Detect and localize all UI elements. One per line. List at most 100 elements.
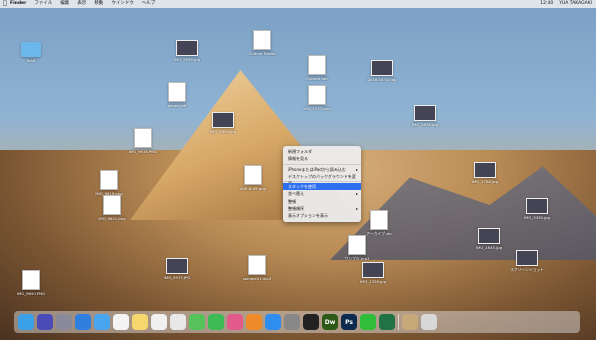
messages-icon[interactable]: [189, 314, 205, 330]
desktop-icon[interactable]: Culture Folder: [245, 30, 279, 56]
folder-icon: [21, 42, 41, 57]
reminders-icon[interactable]: [151, 314, 167, 330]
image-file-icon: [478, 228, 500, 244]
context-menu-item-label: 情報を見る: [288, 156, 308, 162]
facetime-icon[interactable]: [208, 314, 224, 330]
finder-icon[interactable]: [18, 314, 34, 330]
terminal-icon[interactable]: [303, 314, 319, 330]
dreamweaver-icon[interactable]: Dw: [322, 314, 338, 330]
document-icon: [134, 128, 152, 148]
context-menu-item-label: 整頓: [288, 198, 296, 204]
image-file-icon: [176, 40, 198, 56]
image-file-icon: [414, 105, 436, 121]
desktop-icon[interactable]: IMG_9635.jpg: [408, 105, 442, 127]
desktop-icon[interactable]: IMG_5930.jpg: [170, 40, 204, 62]
context-menu-item[interactable]: 情報を見る: [283, 155, 361, 162]
menu-file[interactable]: ファイル: [34, 0, 52, 8]
context-menu-item-label: 整頓順序: [288, 206, 304, 212]
context-menu-item[interactable]: 整頓順序 ▸: [283, 205, 361, 212]
desktop-icon[interactable]: AVE-6-09.png: [236, 165, 270, 191]
excel-icon[interactable]: [379, 314, 395, 330]
submenu-arrow-icon: ▸: [355, 191, 358, 197]
desktop-icon[interactable]: IMG_1645.jpg: [472, 228, 506, 250]
desktop-icon[interactable]: サンプル.mp3: [340, 235, 374, 262]
document-icon: [308, 55, 326, 75]
submenu-arrow-icon: ▸: [355, 206, 358, 212]
status-area: 12:40 YUA TAKAGAKI: [540, 0, 592, 8]
context-menu-item-label: 表示オプションを表示: [288, 213, 328, 219]
desktop-icon-label: AVE-6-09.png: [240, 186, 266, 191]
menu-view[interactable]: 表示: [77, 0, 86, 8]
launchpad-icon[interactable]: [56, 314, 72, 330]
desktop-icon-label: Culture tab: [306, 76, 328, 81]
image-file-icon: [474, 162, 496, 178]
image-file-icon: [516, 250, 538, 266]
menu-go[interactable]: 移動: [94, 0, 103, 8]
safari-icon[interactable]: [75, 314, 91, 330]
desktop-icon-label: IMG_5930.jpg: [174, 57, 200, 62]
desktop-icon-label: IMG_5905.jpg: [210, 129, 236, 134]
desktop-icon[interactable]: IMG_1721.png: [300, 85, 334, 111]
desktop-icon[interactable]: sample01.mp3: [240, 255, 274, 281]
menu-help[interactable]: ヘルプ: [142, 0, 156, 8]
desktop-icon-label: IMG_1328.jpg: [360, 279, 386, 284]
desktop-icon[interactable]: 2018.04.02.jpg: [365, 60, 399, 82]
image-file-icon: [212, 112, 234, 128]
menu-edit[interactable]: 編集: [60, 0, 69, 8]
document-icon: [22, 270, 40, 290]
document-icon: [244, 165, 262, 185]
desktop-icon[interactable]: pages.pdf: [160, 82, 194, 108]
context-menu-item[interactable]: 表示オプションを表示: [283, 212, 361, 219]
clock[interactable]: 12:40: [540, 0, 553, 8]
desktop-icon-label: sample01.mp3: [242, 276, 272, 281]
photos-icon[interactable]: [170, 314, 186, 330]
context-menu-item[interactable]: iPhoneまたはiPadから読み込む ▸: [283, 166, 361, 173]
menu-separator: [283, 163, 361, 165]
app-store-icon[interactable]: [265, 314, 281, 330]
desktop-icon[interactable]: IMG_1788.jpg: [468, 162, 502, 184]
menu-finder[interactable]: Finder: [10, 0, 26, 8]
context-menu-item[interactable]: スタックを使用: [283, 183, 361, 191]
menu-window[interactable]: ウインドウ: [111, 0, 134, 8]
trash-icon[interactable]: [421, 314, 437, 330]
desktop-icon[interactable]: IMG_5973.JPG: [160, 258, 194, 280]
siri-icon[interactable]: [37, 314, 53, 330]
itunes-icon[interactable]: [227, 314, 243, 330]
submenu-arrow-icon: ▸: [355, 166, 358, 172]
context-menu-item[interactable]: デスクトップのバックグラウンドを変更: [283, 173, 361, 186]
document-icon: [100, 170, 118, 190]
context-menu-item[interactable]: 新規フォルダ: [283, 148, 361, 155]
context-menu-item[interactable]: 整頓: [283, 198, 361, 205]
desktop-icon[interactable]: Culture tab: [300, 55, 334, 81]
user-name[interactable]: YUA TAKAGAKI: [559, 0, 592, 8]
desktop-icon[interactable]: アーカイブ.zip: [362, 210, 396, 237]
desktop-icon-label: Culture Folder: [248, 51, 276, 56]
dock: Dw Ps: [14, 311, 580, 333]
desktop-icon[interactable]: IMG_1328.jpg: [356, 262, 390, 284]
desktop-icon[interactable]: スクリーンショット: [510, 250, 544, 273]
desktop-icon[interactable]: IMG_9650.PNG: [14, 270, 48, 296]
image-file-icon: [362, 262, 384, 278]
menu-bar:  Finder ファイル 編集 表示 移動 ウインドウ ヘルプ 12:40 Y…: [0, 0, 596, 8]
line-icon[interactable]: [360, 314, 376, 330]
desktop-icon[interactable]: IMG_9621.png: [95, 195, 129, 221]
downloads-icon[interactable]: [402, 314, 418, 330]
apple-menu-icon[interactable]: : [0, 0, 10, 8]
desktop-icon[interactable]: IMG_9619.png: [92, 170, 126, 196]
desktop-icon-label: スクリーンショット: [510, 267, 544, 272]
context-menu-item-label: スタックを使用: [288, 184, 316, 190]
desktop-icon-label: IMG_9635.jpg: [412, 122, 438, 127]
calendar-icon[interactable]: [113, 314, 129, 330]
photoshop-icon[interactable]: Ps: [341, 314, 357, 330]
mail-icon[interactable]: [94, 314, 110, 330]
desktop-icon[interactable]: IMG_9616.PNG: [126, 128, 160, 154]
desktop-icon[interactable]: IMG_3430.jpg: [520, 198, 554, 220]
system-preferences-icon[interactable]: [284, 314, 300, 330]
books-icon[interactable]: [246, 314, 262, 330]
document-icon: [253, 30, 271, 50]
context-menu-item[interactable]: 並べ替え ▸: [283, 190, 361, 197]
desktop-icon[interactable]: load: [14, 42, 48, 63]
notes-icon[interactable]: [132, 314, 148, 330]
desktop-icon[interactable]: IMG_5905.jpg: [206, 112, 240, 134]
desktop-icon-label: IMG_9650.PNG: [16, 291, 46, 296]
